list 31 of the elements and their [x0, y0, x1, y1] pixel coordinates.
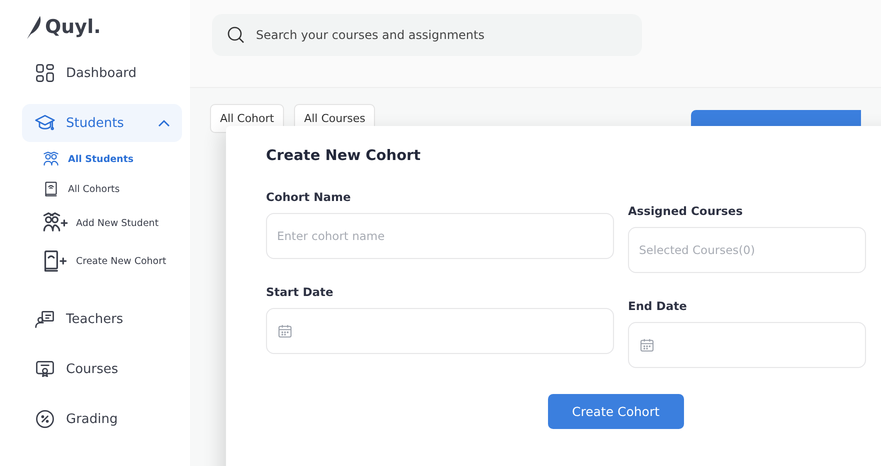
- field-label: Start Date: [266, 285, 334, 299]
- sidebar-item[interactable]: Courses: [22, 350, 182, 388]
- submenu-item[interactable]: All Cohorts: [42, 180, 190, 198]
- date-field[interactable]: [628, 322, 866, 368]
- modal-title: Create New Cohort: [266, 148, 422, 164]
- sidebar-item[interactable]: Grading: [22, 400, 182, 438]
- feather-icon: [26, 14, 42, 40]
- logo-text: Quyl.: [45, 16, 101, 38]
- search-field[interactable]: Search your courses and assignments: [212, 14, 642, 56]
- add-book-icon: [42, 248, 68, 274]
- submenu-item[interactable]: Add New Student: [42, 210, 190, 236]
- field-label: Assigned Courses: [628, 204, 744, 218]
- book-icon: [42, 180, 60, 198]
- field-label: End Date: [628, 299, 688, 313]
- students-icon: [42, 150, 60, 168]
- calendar-icon: [277, 323, 293, 339]
- sidebar-item[interactable]: Teachers: [22, 300, 182, 338]
- input-field[interactable]: Enter cohort name: [266, 213, 614, 259]
- field-label: Cohort Name: [266, 190, 352, 204]
- grid-icon: [34, 62, 56, 84]
- select-field[interactable]: Selected Courses(0): [628, 227, 866, 273]
- sidebar-item[interactable]: Students: [22, 104, 182, 142]
- percent-circle-icon: [34, 408, 56, 430]
- sidebar-item[interactable]: Dashboard: [22, 54, 182, 92]
- calendar-icon: [639, 337, 655, 353]
- certificate-icon: [34, 358, 56, 380]
- submenu-item[interactable]: All Students: [42, 150, 190, 168]
- date-field[interactable]: [266, 308, 614, 354]
- create-cohort-button[interactable]: Create Cohort: [548, 394, 684, 429]
- submenu-item[interactable]: Create New Cohort: [42, 248, 190, 274]
- presentation-icon: [34, 308, 56, 330]
